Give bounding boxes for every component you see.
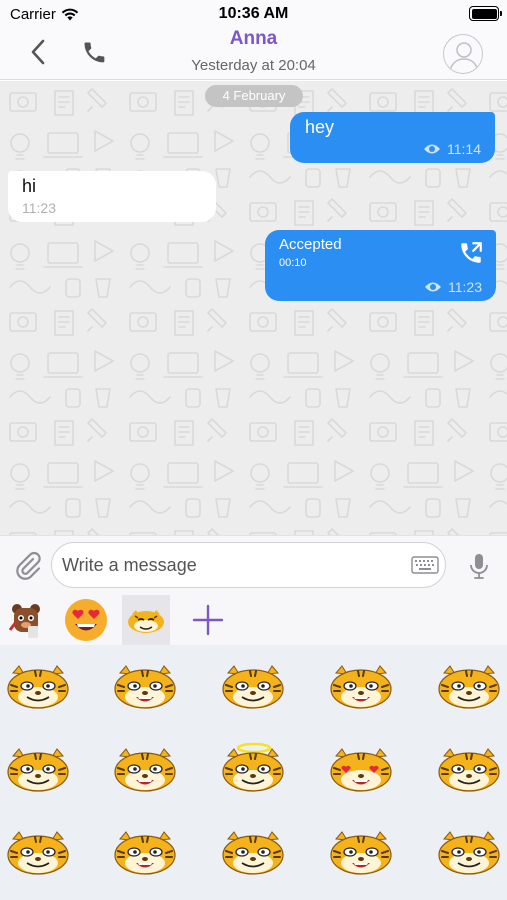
tiger-sticker-unimpressed[interactable] — [110, 823, 180, 883]
tiger-sticker-grin-art — [222, 665, 284, 709]
heart-eyes-emoji-icon — [65, 599, 107, 641]
attach-button[interactable] — [12, 550, 44, 582]
tiger-sticker-smug[interactable] — [3, 657, 73, 717]
tiger-sticker-tongue-art — [114, 665, 176, 709]
tiger-sticker-pondering-art — [7, 831, 69, 875]
tiger-sticker-laughing-art — [330, 831, 392, 875]
tiger-sticker-sad-art — [438, 831, 500, 875]
tab-emoji-pack[interactable] — [62, 595, 110, 645]
tiger-sticker-facepalm-art — [222, 831, 284, 875]
tiger-sticker-shocked[interactable] — [434, 657, 504, 717]
message-meta: 11:23 — [424, 279, 482, 295]
tiger-sticker-angel-art — [222, 742, 284, 792]
last-seen-status: Yesterday at 20:04 — [191, 57, 316, 74]
chat-area[interactable]: 4 February hey 11:14 hi 11:23 Accepted 0… — [0, 81, 507, 535]
message-meta: 11:23 — [22, 200, 56, 216]
status-bar: Carrier 10:36 AM — [0, 0, 507, 28]
add-sticker-pack-button[interactable] — [184, 595, 232, 645]
seen-eye-icon — [424, 144, 440, 154]
outgoing-call-icon[interactable] — [458, 240, 484, 266]
tab-tiger-pack[interactable] — [122, 595, 170, 645]
keyboard-icon — [411, 556, 439, 574]
tiger-sticker-camera-art — [330, 665, 392, 709]
voice-message-button[interactable] — [466, 551, 492, 581]
tiger-sticker-sly[interactable] — [110, 740, 180, 800]
coffee-bear-sticker-pack-icon — [8, 604, 40, 638]
tiger-sticker-tongue[interactable] — [110, 657, 180, 717]
tiger-sticker-love[interactable] — [326, 740, 396, 800]
message-bubble-incoming[interactable]: hi 11:23 — [8, 171, 216, 222]
call-duration: 00:10 — [279, 257, 307, 269]
keyboard-toggle-button[interactable] — [411, 556, 439, 574]
message-text: hi — [22, 176, 37, 196]
message-time: 11:23 — [22, 200, 56, 216]
add-pack-icon — [192, 604, 224, 636]
tiger-sticker-pondering[interactable] — [3, 823, 73, 883]
seen-eye-icon — [425, 282, 441, 292]
message-time: 11:23 — [448, 279, 482, 295]
message-input[interactable] — [51, 542, 446, 588]
contact-avatar[interactable] — [443, 34, 483, 74]
sticker-pack-tabs — [0, 595, 507, 645]
tiger-sticker-camera[interactable] — [326, 657, 396, 717]
composer-bar — [0, 535, 507, 595]
tiger-sticker-grin[interactable] — [218, 657, 288, 717]
message-text: hey — [305, 117, 335, 137]
tiger-sticker-love-art — [330, 748, 392, 792]
date-separator: 4 February — [205, 85, 303, 107]
message-meta: 11:14 — [423, 141, 481, 157]
chat-header: Anna Yesterday at 20:04 — [0, 28, 507, 80]
tiger-sticker-sly-art — [114, 748, 176, 792]
sticker-grid — [0, 645, 507, 900]
tab-coffee-bear-pack[interactable] — [2, 595, 50, 645]
tiger-sticker-facepalm[interactable] — [218, 823, 288, 883]
message-time: 11:14 — [447, 141, 481, 157]
tiger-sticker-laughing[interactable] — [326, 823, 396, 883]
battery-icon — [469, 6, 502, 21]
tiger-sticker-angel[interactable] — [218, 740, 288, 800]
tiger-sticker-angry[interactable] — [3, 740, 73, 800]
tiger-sticker-pack-icon — [128, 610, 164, 633]
tiger-sticker-smug-art — [7, 665, 69, 709]
tiger-sticker-worried[interactable] — [434, 740, 504, 800]
call-message-bubble[interactable]: Accepted 00:10 11:23 — [265, 230, 496, 301]
microphone-icon — [470, 554, 488, 579]
message-bubble-outgoing[interactable]: hey 11:14 — [290, 112, 495, 163]
tiger-sticker-worried-art — [438, 748, 500, 792]
call-status: Accepted — [279, 236, 342, 253]
paperclip-icon — [16, 551, 41, 580]
user-placeholder-icon — [449, 42, 479, 72]
tiger-sticker-shocked-art — [438, 665, 500, 709]
tiger-sticker-angry-art — [7, 748, 69, 792]
contact-name[interactable]: Anna — [0, 28, 507, 50]
tiger-sticker-sad[interactable] — [434, 823, 504, 883]
tiger-sticker-unimpressed-art — [114, 831, 176, 875]
clock: 10:36 AM — [218, 5, 289, 22]
